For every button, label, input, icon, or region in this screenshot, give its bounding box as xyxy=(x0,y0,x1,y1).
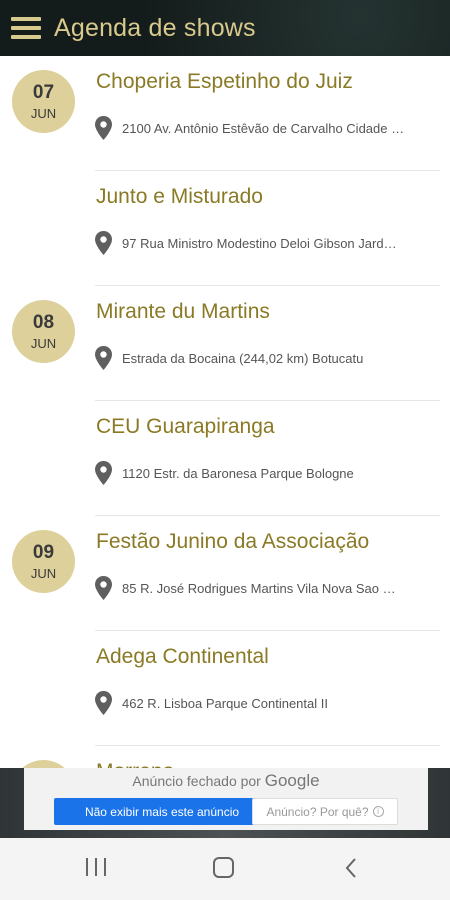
venue-name[interactable]: Adega Continental xyxy=(96,645,269,669)
show-row[interactable]: 08 JUN Mirante du Martins Estrada da Boc… xyxy=(0,286,450,401)
address-text: 2100 Av. Antônio Estêvão de Carvalho Cid… xyxy=(122,120,405,136)
address-line: 1120 Estr. da Baronesa Parque Bologne xyxy=(95,461,440,485)
hamburger-menu-icon[interactable] xyxy=(11,17,41,39)
show-row[interactable]: 09 JUN Festão Junino da Associação 85 R.… xyxy=(0,516,450,631)
shows-list[interactable]: 07 JUN Choperia Espetinho do Juiz 2100 A… xyxy=(0,56,450,768)
app-bar: Agenda de shows xyxy=(0,0,450,56)
show-row[interactable]: Junto e Misturado 97 Rua Ministro Modest… xyxy=(0,171,450,286)
venue-name[interactable]: CEU Guarapiranga xyxy=(96,415,275,439)
address-text: 85 R. José Rodrigues Martins Vila Nova S… xyxy=(122,580,396,596)
recent-apps-icon[interactable] xyxy=(86,858,106,876)
date-month: JUN xyxy=(30,335,57,351)
date-badge: 09 JUN xyxy=(12,530,75,593)
stop-showing-ad-button[interactable]: Não exibir mais este anúncio xyxy=(54,798,270,825)
address-text: 1120 Estr. da Baronesa Parque Bologne xyxy=(122,465,354,481)
home-icon[interactable] xyxy=(213,857,234,878)
ad-closed-text: Anúncio fechado por xyxy=(132,773,261,789)
venue-name[interactable]: Mirante du Martins xyxy=(96,300,270,324)
address-line: 85 R. José Rodrigues Martins Vila Nova S… xyxy=(95,576,440,600)
back-icon[interactable] xyxy=(343,856,359,880)
page-title: Agenda de shows xyxy=(54,13,256,42)
location-pin-icon xyxy=(95,461,112,485)
date-month: JUN xyxy=(30,105,57,121)
location-pin-icon xyxy=(95,231,112,255)
date-badge xyxy=(12,760,75,768)
location-pin-icon xyxy=(95,576,112,600)
address-line: 462 R. Lisboa Parque Continental II xyxy=(95,691,440,715)
address-line: 97 Rua Ministro Modestino Deloi Gibson J… xyxy=(95,231,440,255)
location-pin-icon xyxy=(95,346,112,370)
date-day: 08 xyxy=(32,311,55,333)
address-line: 2100 Av. Antônio Estêvão de Carvalho Cid… xyxy=(95,116,440,140)
address-line: Estrada da Bocaina (244,02 km) Botucatu xyxy=(95,346,440,370)
date-badge: 08 JUN xyxy=(12,300,75,363)
show-row[interactable]: Adega Continental 462 R. Lisboa Parque C… xyxy=(0,631,450,746)
venue-name[interactable]: Morreno xyxy=(96,760,174,768)
date-month: JUN xyxy=(30,565,57,581)
why-this-ad-label: Anúncio? Por quê? xyxy=(266,804,369,819)
date-day: 09 xyxy=(32,541,55,563)
show-row[interactable]: 07 JUN Choperia Espetinho do Juiz 2100 A… xyxy=(0,56,450,171)
show-row[interactable]: Morreno xyxy=(0,746,450,768)
ad-closed-card: Anúncio fechado por Google Não exibir ma… xyxy=(24,768,428,830)
date-badge: 07 JUN xyxy=(12,70,75,133)
location-pin-icon xyxy=(95,116,112,140)
system-navigation-bar xyxy=(0,838,450,900)
google-logo: Google xyxy=(264,771,320,790)
why-this-ad-button[interactable]: Anúncio? Por quê? i xyxy=(252,798,398,825)
show-row[interactable]: CEU Guarapiranga 1120 Estr. da Baronesa … xyxy=(0,401,450,516)
venue-name[interactable]: Festão Junino da Associação xyxy=(96,530,369,554)
venue-name[interactable]: Choperia Espetinho do Juiz xyxy=(96,70,353,94)
date-day: 07 xyxy=(32,81,55,103)
address-text: 97 Rua Ministro Modestino Deloi Gibson J… xyxy=(122,235,397,251)
ad-closed-label: Anúncio fechado por Google xyxy=(24,771,428,791)
venue-name[interactable]: Junto e Misturado xyxy=(96,185,263,209)
location-pin-icon xyxy=(95,691,112,715)
address-text: 462 R. Lisboa Parque Continental II xyxy=(122,695,328,711)
address-text: Estrada da Bocaina (244,02 km) Botucatu xyxy=(122,350,364,366)
info-icon: i xyxy=(372,806,384,817)
